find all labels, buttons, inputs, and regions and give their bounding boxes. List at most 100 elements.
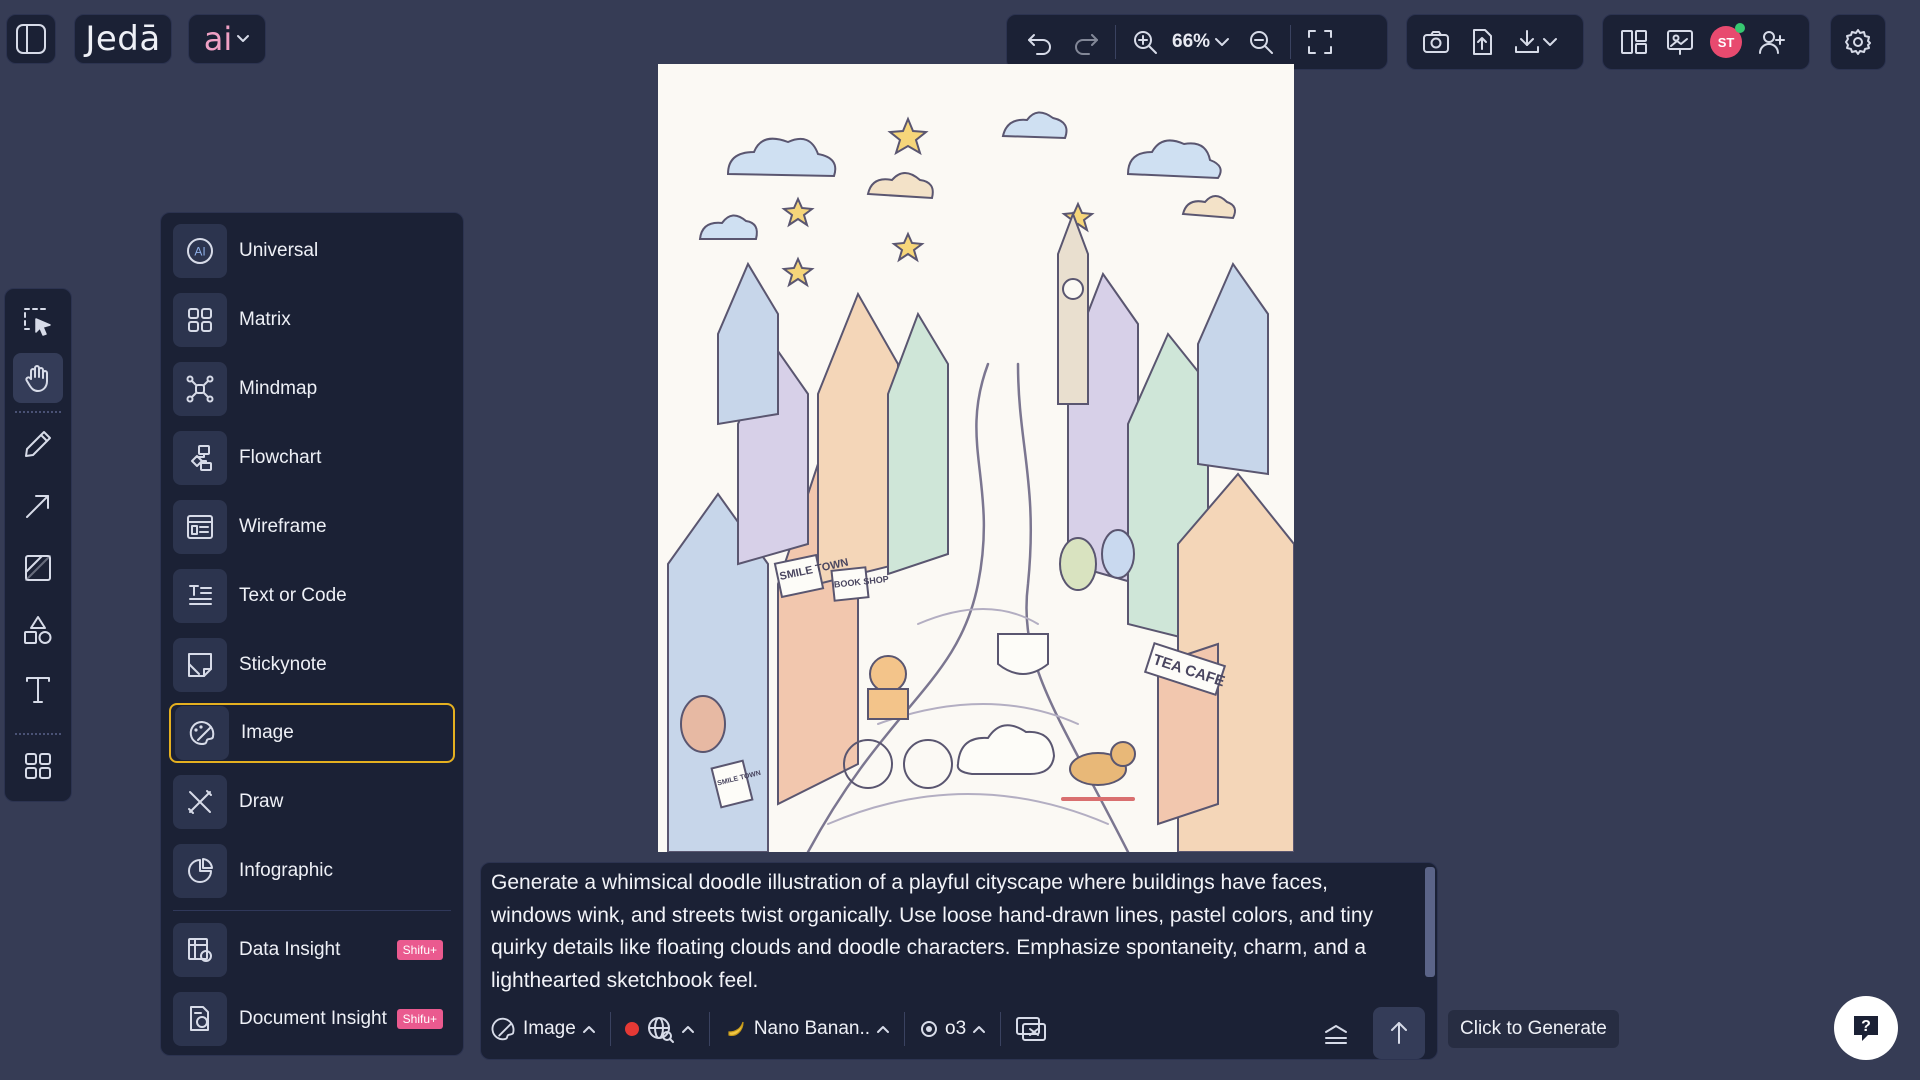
sidebar-icon xyxy=(16,24,46,54)
data-insight-icon xyxy=(173,923,227,977)
download-dropdown[interactable] xyxy=(1505,19,1565,65)
shapes-tool[interactable] xyxy=(13,605,63,655)
menu-item-infographic[interactable]: Infographic xyxy=(169,841,455,901)
select-icon xyxy=(24,308,51,336)
gear-icon xyxy=(1845,29,1871,55)
menu-item-universal[interactable]: AI Universal xyxy=(169,221,455,281)
web-search-toggle[interactable] xyxy=(617,1014,703,1044)
flowchart-icon xyxy=(173,431,227,485)
pen-tool[interactable] xyxy=(13,419,63,469)
globe-search-icon xyxy=(647,1017,674,1043)
expand-options-button[interactable] xyxy=(1317,1015,1355,1053)
menu-item-matrix[interactable]: Matrix xyxy=(169,290,455,350)
user-avatar-button[interactable]: ST xyxy=(1703,19,1749,65)
settings-button[interactable] xyxy=(1830,14,1886,70)
menu-item-flowchart[interactable]: Flowchart xyxy=(169,428,455,488)
chevron-up-icon xyxy=(973,1026,986,1033)
banana-icon xyxy=(728,1021,744,1036)
hand-tool[interactable] xyxy=(13,353,63,403)
text-code-icon xyxy=(173,569,227,623)
mode-selector[interactable]: Image xyxy=(481,1015,604,1043)
generate-button[interactable] xyxy=(1373,1007,1425,1059)
menu-item-mindmap[interactable]: Mindmap xyxy=(169,359,455,419)
sidebar-toggle-button[interactable] xyxy=(6,14,56,64)
menu-item-data-insight[interactable]: Data Insight Shifu+ xyxy=(169,920,455,980)
share-upload-button[interactable] xyxy=(1459,19,1505,65)
frame-tool[interactable] xyxy=(13,543,63,593)
menu-item-text-or-code[interactable]: Text or Code xyxy=(169,566,455,626)
zoom-level-dropdown[interactable]: 66% xyxy=(1168,31,1230,53)
fit-screen-button[interactable] xyxy=(1297,19,1343,65)
chevron-up-icon xyxy=(582,1026,595,1033)
menu-item-label: Matrix xyxy=(239,309,291,330)
menu-item-stickynote[interactable]: Stickynote xyxy=(169,635,455,695)
zoom-in-button[interactable] xyxy=(1122,19,1168,65)
stickynote-icon xyxy=(173,638,227,692)
help-button[interactable]: ? xyxy=(1834,996,1898,1060)
chevron-down-icon xyxy=(1543,38,1557,46)
bar-divider xyxy=(708,1012,710,1046)
image-brush-icon xyxy=(491,1017,515,1041)
grid-apps-icon xyxy=(25,753,51,779)
select-tool[interactable] xyxy=(13,297,63,347)
wireframe-icon xyxy=(173,500,227,554)
menu-item-label: Draw xyxy=(239,791,284,812)
ai-menu-button[interactable]: ai xyxy=(188,14,266,64)
prompt-scrollbar[interactable] xyxy=(1425,867,1435,977)
apps-tool[interactable] xyxy=(13,741,63,791)
file-upload-icon xyxy=(1473,29,1492,55)
chevron-up-icon xyxy=(681,1026,694,1033)
menu-item-image[interactable]: Image xyxy=(169,703,455,763)
menu-item-wireframe[interactable]: Wireframe xyxy=(169,497,455,557)
rail-divider xyxy=(15,733,61,735)
model-label: Nano Banan.. xyxy=(753,1018,871,1039)
reasoning-model-selector[interactable]: o3 xyxy=(911,1018,994,1040)
chevron-down-icon xyxy=(237,35,250,42)
help-icon: ? xyxy=(1854,1016,1878,1041)
view-toolbar: 66% xyxy=(1006,14,1388,70)
present-button[interactable] xyxy=(1657,19,1703,65)
chat-frame-icon xyxy=(1016,1017,1047,1041)
export-toolbar xyxy=(1406,14,1584,70)
arrow-tool[interactable] xyxy=(13,481,63,531)
menu-item-label: Flowchart xyxy=(239,447,322,468)
redo-button[interactable] xyxy=(1063,19,1109,65)
layout-panels-button[interactable] xyxy=(1611,19,1657,65)
menu-item-document-insight[interactable]: Document Insight Shifu+ xyxy=(169,989,455,1049)
fit-screen-icon xyxy=(1308,30,1333,54)
undo-icon xyxy=(1028,34,1051,55)
presentation-icon xyxy=(1667,30,1693,55)
add-user-icon xyxy=(1759,31,1785,54)
bar-divider xyxy=(904,1012,906,1046)
menu-item-draw[interactable]: Draw xyxy=(169,772,455,832)
zoom-out-button[interactable] xyxy=(1238,19,1284,65)
image-brush-icon xyxy=(175,706,229,760)
bar-divider xyxy=(609,1012,611,1046)
prompt-input[interactable]: Generate a whimsical doodle illustration… xyxy=(491,867,1407,997)
toolbar-divider xyxy=(1115,25,1116,59)
menu-item-label: Document Insight xyxy=(239,1008,387,1029)
app-logo[interactable]: Jedā xyxy=(74,14,172,64)
arrow-icon xyxy=(26,495,49,518)
generated-image[interactable]: SMILE TOWN BOOK SHOP TEA CAFE SMILE TOWN xyxy=(658,64,1294,852)
undo-button[interactable] xyxy=(1017,19,1063,65)
invite-user-button[interactable] xyxy=(1749,19,1795,65)
menu-item-label: Infographic xyxy=(239,860,334,881)
text-tool[interactable] xyxy=(13,665,63,715)
frame-icon xyxy=(25,555,51,581)
collaboration-toolbar: ST xyxy=(1602,14,1810,70)
menu-item-label: Stickynote xyxy=(239,654,327,675)
menu-divider xyxy=(173,910,451,911)
model-selector[interactable]: Nano Banan.. xyxy=(716,1017,898,1041)
ai-generation-menu: AI Universal Matrix Mindmap Flowchart Wi… xyxy=(160,212,464,1056)
arrow-up-icon xyxy=(1391,1022,1407,1044)
mode-label: Image xyxy=(523,1018,576,1039)
rail-divider xyxy=(15,411,61,413)
context-button[interactable] xyxy=(1007,1015,1055,1043)
plan-badge: Shifu+ xyxy=(396,940,443,960)
svg-text:?: ? xyxy=(1861,1018,1871,1035)
ai-label: ai xyxy=(203,20,233,58)
redo-icon xyxy=(1075,34,1098,55)
status-dot xyxy=(624,1022,639,1036)
screenshot-button[interactable] xyxy=(1413,19,1459,65)
